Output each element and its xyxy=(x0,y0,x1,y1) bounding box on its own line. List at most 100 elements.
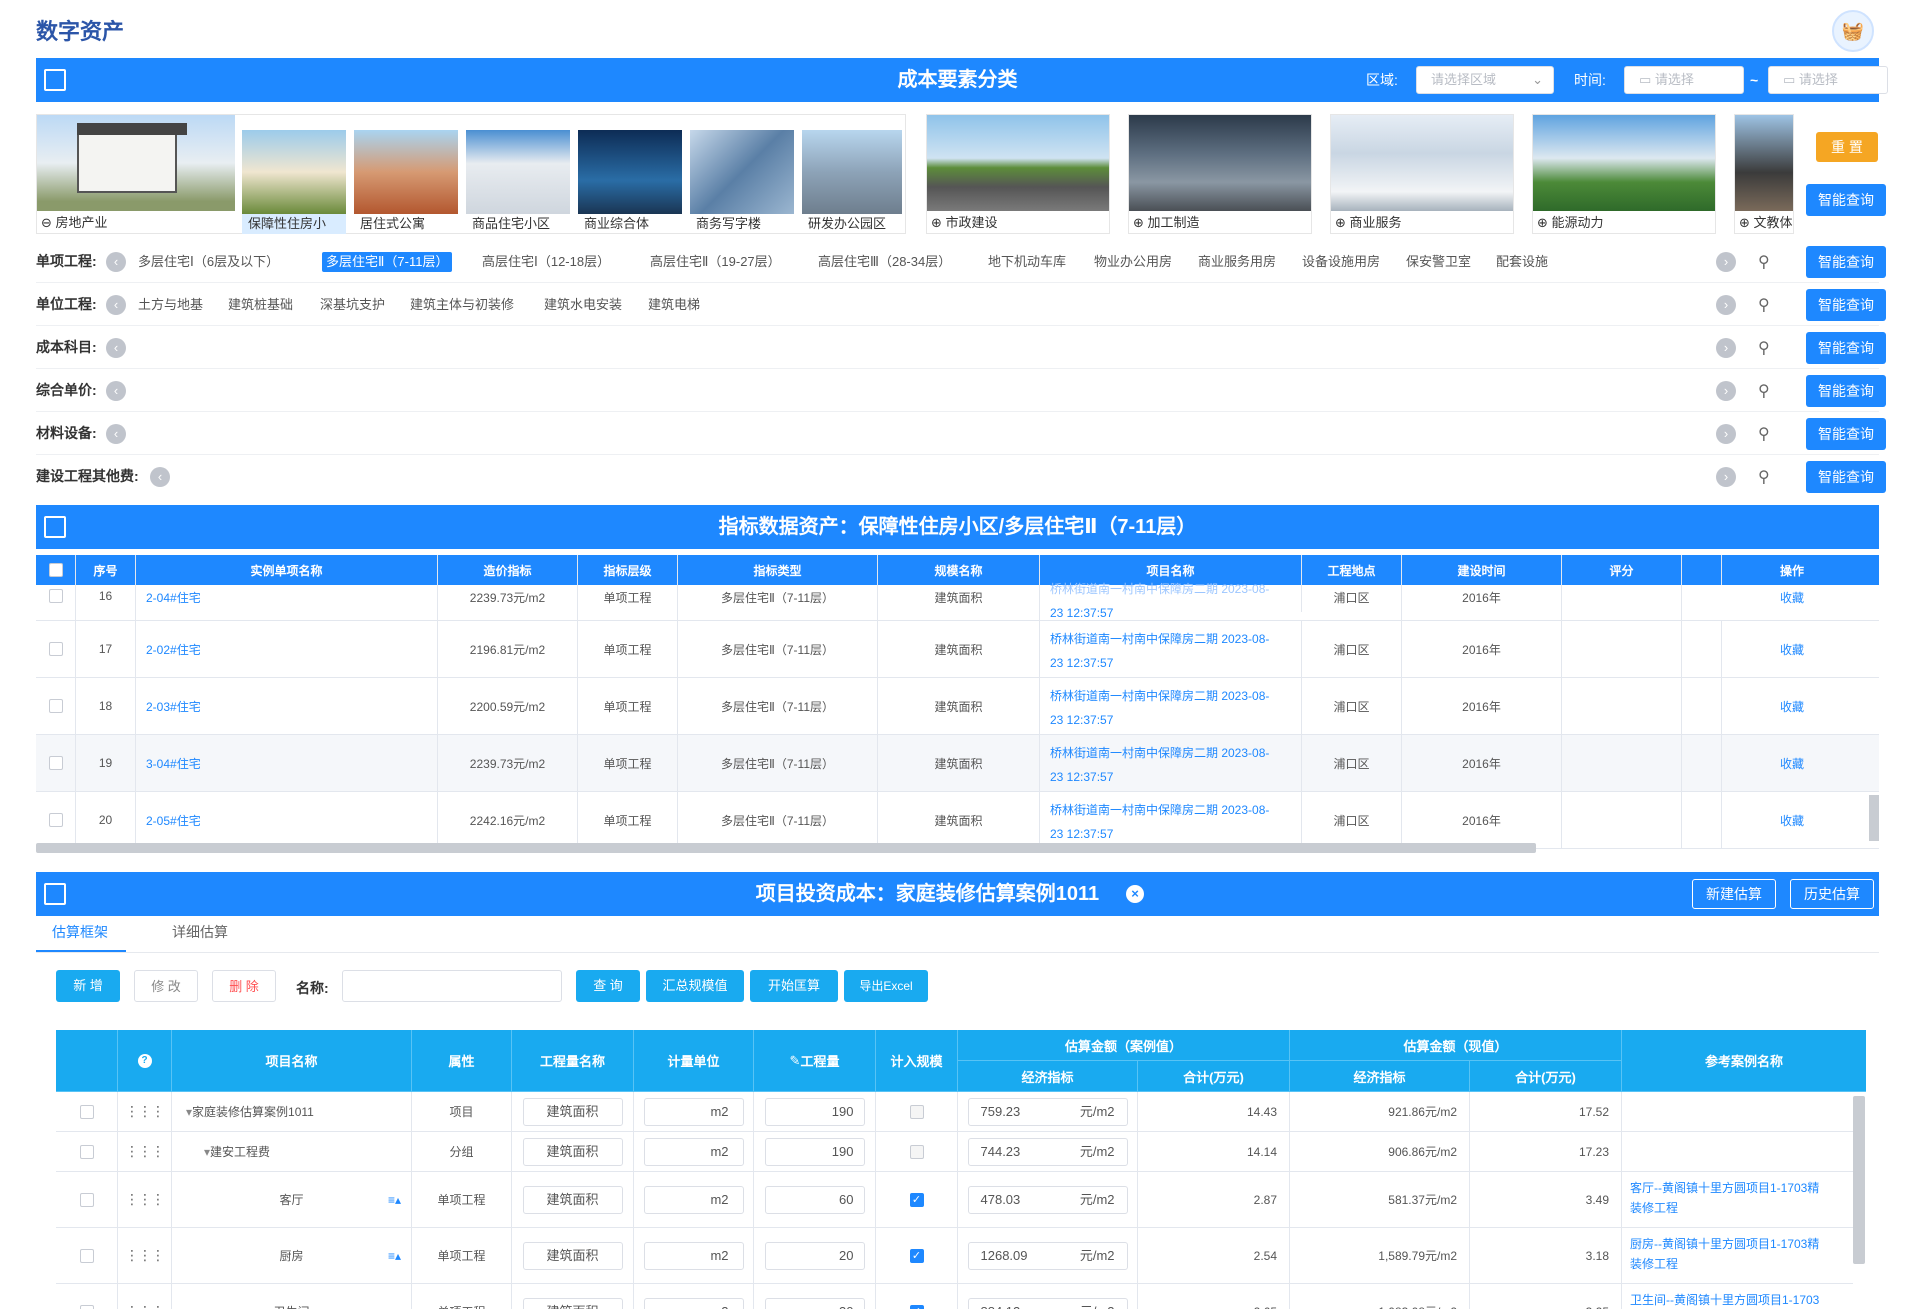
category-business[interactable]: ⊕ 商业服务 xyxy=(1330,114,1514,234)
time-start-input[interactable]: ▭ 请选择 xyxy=(1624,66,1744,94)
subcategory-tile[interactable]: 研发办公园区 xyxy=(802,130,902,234)
case-econ-input[interactable]: 884.12元/m2 xyxy=(958,1284,1138,1309)
row-checkbox[interactable] xyxy=(56,1092,118,1131)
row-checkbox[interactable] xyxy=(56,1284,118,1309)
filter-chip[interactable]: 建筑水电安装 xyxy=(544,295,622,315)
filter-chip[interactable]: 商业服务用房 xyxy=(1198,252,1276,272)
table-row[interactable]: 16 2-04#住宅 2239.73元/m2 单项工程 多层住宅Ⅱ（7-11层）… xyxy=(36,577,1879,621)
export-excel-button[interactable]: 导出Excel xyxy=(844,970,928,1002)
favorite-link[interactable]: 收藏 xyxy=(1722,678,1862,734)
qty-input[interactable]: 20 xyxy=(754,1228,876,1283)
smart-query-button[interactable]: 智能查询 xyxy=(1806,461,1886,493)
favorite-link[interactable]: 收藏 xyxy=(1722,735,1862,791)
chevron-left-icon[interactable]: ‹ xyxy=(106,252,126,272)
horizontal-scrollbar[interactable] xyxy=(36,843,1536,853)
qty-name-input[interactable]: 建筑面积 xyxy=(512,1132,634,1171)
data-basket-icon[interactable]: 🧺 xyxy=(1832,10,1874,52)
filter-chip-selected[interactable]: 多层住宅Ⅱ（7-11层） xyxy=(322,252,453,272)
drag-handle-icon[interactable]: ⋮⋮⋮ xyxy=(118,1228,172,1283)
summary-button[interactable]: 汇总规模值 xyxy=(646,970,744,1002)
qty-name-input[interactable]: 建筑面积 xyxy=(512,1284,634,1309)
start-estimate-button[interactable]: 开始匡算 xyxy=(750,970,838,1002)
row-checkbox[interactable] xyxy=(36,735,76,791)
estimate-row[interactable]: ⋮⋮⋮ 厨房 ≡▴ 单项工程 建筑面积 m2 20 ✓ 1268.09 元/m2 2.54 1,589… xyxy=(56,1228,1853,1284)
estimate-row[interactable]: ⋮⋮⋮ ▾ 建安工程费 分组 建筑面积 m2 190 744.23 元/m2 14.14 906.… xyxy=(56,1132,1853,1172)
qty-name-input[interactable]: 建筑面积 xyxy=(512,1228,634,1283)
favorite-link[interactable]: 收藏 xyxy=(1722,621,1862,677)
scale-checkbox[interactable]: ✓ xyxy=(876,1284,958,1309)
search-icon[interactable]: ⚲ xyxy=(1758,467,1770,487)
estimate-row[interactable]: ⋮⋮⋮卫生间≡▴单项工程建筑面积m230✓884.12元/m22.651,083… xyxy=(56,1284,1853,1309)
filter-chip[interactable]: 建筑电梯 xyxy=(648,295,700,315)
favorite-link[interactable]: 收藏 xyxy=(1722,585,1862,620)
smart-query-button[interactable]: 智能查询 xyxy=(1806,184,1886,216)
qty-name-input[interactable]: 建筑面积 xyxy=(512,1172,634,1227)
subcategory-tile[interactable]: 商业综合体 xyxy=(578,130,682,234)
favorite-link[interactable]: 收藏 xyxy=(1722,792,1862,848)
subcategory-tile[interactable]: 保障性住房小 xyxy=(242,130,346,234)
new-estimate-button[interactable]: 新建估算 xyxy=(1692,879,1776,909)
smart-query-button[interactable]: 智能查询 xyxy=(1806,332,1886,364)
filter-chip[interactable]: 建筑主体与初装修 xyxy=(410,295,514,315)
cell-name[interactable]: 2-04#住宅 xyxy=(136,585,438,620)
search-icon[interactable]: ⚲ xyxy=(1758,295,1770,315)
case-econ-input[interactable]: 478.03 元/m2 xyxy=(958,1172,1138,1227)
tab-detail[interactable]: 详细估算 xyxy=(172,922,228,942)
chevron-right-icon[interactable]: › xyxy=(1716,467,1736,487)
scale-checkbox[interactable] xyxy=(876,1092,958,1131)
chevron-left-icon[interactable]: ‹ xyxy=(106,295,126,315)
help-icon[interactable]: ? xyxy=(118,1030,172,1092)
filter-chip[interactable]: 设备设施用房 xyxy=(1302,252,1380,272)
row-checkbox[interactable] xyxy=(56,1228,118,1283)
filter-chip[interactable]: 地下机动车库 xyxy=(988,252,1066,272)
query-button[interactable]: 查 询 xyxy=(576,970,640,1002)
name-input[interactable] xyxy=(342,970,562,1002)
filter-chip[interactable]: 物业办公用房 xyxy=(1094,252,1172,272)
vertical-scrollbar[interactable] xyxy=(1869,795,1879,841)
filter-chip[interactable]: 保安警卫室 xyxy=(1406,252,1471,272)
tab-framework[interactable]: 估算框架 xyxy=(52,922,108,942)
cell-project[interactable]: 桥林街道南一村南中保障房二期 2023-08- 23 12:37:57 xyxy=(1040,621,1302,677)
close-icon[interactable]: × xyxy=(1126,885,1144,903)
case-econ-input[interactable]: 759.23 元/m2 xyxy=(958,1092,1138,1131)
drag-handle-icon[interactable]: ⋮⋮⋮ xyxy=(118,1092,172,1131)
chevron-left-icon[interactable]: ‹ xyxy=(106,381,126,401)
chevron-left-icon[interactable]: ‹ xyxy=(150,467,170,487)
row-checkbox[interactable] xyxy=(56,1172,118,1227)
chevron-right-icon[interactable]: › xyxy=(1716,424,1736,444)
category-energy[interactable]: ⊕ 能源动力 xyxy=(1532,114,1716,234)
cell-project[interactable]: 桥林街道南一村南中保障房二期 2023-08- 23 12:37:57 xyxy=(1040,735,1302,791)
row-checkbox[interactable] xyxy=(56,1132,118,1171)
smart-query-button[interactable]: 智能查询 xyxy=(1806,418,1886,450)
filter-chip[interactable]: 土方与地基 xyxy=(138,295,203,315)
table-row[interactable]: 20 2-05#住宅 2242.16元/m2 单项工程 多层住宅Ⅱ（7-11层） 建筑面积… xyxy=(36,792,1879,849)
filter-chip[interactable]: 多层住宅Ⅰ（6层及以下） xyxy=(138,252,279,272)
row-checkbox[interactable] xyxy=(36,678,76,734)
search-icon[interactable]: ⚲ xyxy=(1758,338,1770,358)
chevron-right-icon[interactable]: › xyxy=(1716,252,1736,272)
unit-input[interactable]: m2 xyxy=(634,1284,754,1309)
chevron-right-icon[interactable]: › xyxy=(1716,295,1736,315)
qty-name-input[interactable]: 建筑面积 xyxy=(512,1092,634,1131)
unit-input[interactable]: m2 xyxy=(634,1228,754,1283)
drag-handle-icon[interactable]: ⋮⋮⋮ xyxy=(118,1284,172,1309)
case-econ-input[interactable]: 1268.09 元/m2 xyxy=(958,1228,1138,1283)
chevron-right-icon[interactable]: › xyxy=(1716,381,1736,401)
row-checkbox[interactable] xyxy=(36,792,76,848)
unit-input[interactable]: m2 xyxy=(634,1092,754,1131)
filter-chip[interactable]: 配套设施 xyxy=(1496,252,1548,272)
unit-input[interactable]: m2 xyxy=(634,1172,754,1227)
subcategory-tile[interactable]: 居住式公寓 xyxy=(354,130,458,234)
ref-case-link[interactable]: 厨房--黄阁镇十里方圆项目1-1703精 装修工程 xyxy=(1622,1228,1853,1283)
table-row[interactable]: 19 3-04#住宅 2239.73元/m2 单项工程 多层住宅Ⅱ（7-11层） 建筑面积… xyxy=(36,735,1879,792)
estimate-row[interactable]: ⋮⋮⋮ ▾ 家庭装修估算案例1011 项目 建筑面积 m2 190 759.23 元/m2 14… xyxy=(56,1092,1853,1132)
case-econ-input[interactable]: 744.23 元/m2 xyxy=(958,1132,1138,1171)
ref-case-link[interactable] xyxy=(1622,1092,1853,1131)
row-checkbox[interactable] xyxy=(36,585,76,620)
drag-handle-icon[interactable]: ⋮⋮⋮ xyxy=(118,1132,172,1171)
smart-query-button[interactable]: 智能查询 xyxy=(1806,289,1886,321)
search-icon[interactable]: ⚲ xyxy=(1758,424,1770,444)
cell-name[interactable]: 3-04#住宅 xyxy=(136,735,438,791)
add-button[interactable]: 新 增 xyxy=(56,970,120,1002)
qty-input[interactable]: 190 xyxy=(754,1092,876,1131)
